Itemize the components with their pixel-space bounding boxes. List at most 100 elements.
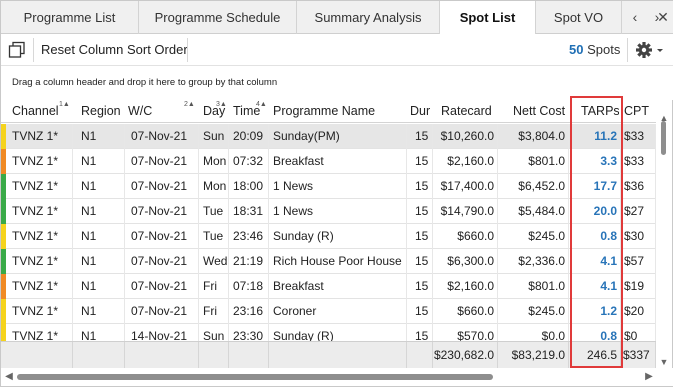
tab-programme-list[interactable]: Programme List [1, 1, 139, 34]
cell-channel[interactable]: TVNZ 1* [6, 149, 73, 174]
cell-dur[interactable]: 15 [407, 174, 433, 199]
cell-wc[interactable]: 07-Nov-21 [125, 149, 199, 174]
table-row[interactable]: TVNZ 1* N1 07-Nov-21 Mon 07:32 Breakfast 15 $2,… [1, 149, 656, 174]
cell-programme[interactable]: 1 News [269, 199, 407, 224]
cell-cpt[interactable]: $33 [621, 149, 656, 174]
column-header-programme-name[interactable]: Programme Name [273, 100, 403, 123]
cell-day[interactable]: Wed [199, 249, 229, 274]
cell-tarps[interactable]: 0.8 [569, 224, 621, 249]
tab-prev-icon[interactable]: ‹ [624, 1, 646, 34]
copy-icon[interactable] [7, 41, 27, 59]
cell-day[interactable]: Tue [199, 199, 229, 224]
cell-time[interactable]: 23:46 [229, 224, 269, 249]
cell-day[interactable]: Tue [199, 224, 229, 249]
cell-wc[interactable]: 07-Nov-21 [125, 199, 199, 224]
cell-time[interactable]: 20:09 [229, 124, 269, 149]
scroll-down-icon[interactable]: ▼ [658, 357, 670, 367]
tab-programme-schedule[interactable]: Programme Schedule [139, 1, 297, 34]
cell-time[interactable]: 18:31 [229, 199, 269, 224]
table-row[interactable]: TVNZ 1* N1 07-Nov-21 Tue 23:46 Sunday (R) 15 $6… [1, 224, 656, 249]
cell-programme[interactable]: Breakfast [269, 149, 407, 174]
cell-nett[interactable]: $2,336.0 [498, 249, 569, 274]
cell-tarps[interactable]: 4.1 [569, 274, 621, 299]
cell-region[interactable]: N1 [73, 274, 125, 299]
cell-region[interactable]: N1 [73, 224, 125, 249]
cell-ratecard[interactable]: $10,260.0 [433, 124, 498, 149]
cell-dur[interactable]: 15 [407, 199, 433, 224]
column-header-cpt[interactable]: CPT [624, 100, 654, 123]
cell-day[interactable]: Mon [199, 149, 229, 174]
cell-region[interactable]: N1 [73, 249, 125, 274]
table-row[interactable]: TVNZ 1* N1 07-Nov-21 Sun 20:09 Sunday(PM) 15 $1… [1, 124, 656, 149]
cell-day[interactable]: Fri [199, 274, 229, 299]
cell-programme[interactable]: 1 News [269, 174, 407, 199]
cell-region[interactable]: N1 [73, 174, 125, 199]
cell-nett[interactable]: $6,452.0 [498, 174, 569, 199]
table-row[interactable]: TVNZ 1* N1 07-Nov-21 Wed 21:19 Rich House Poo… [1, 249, 656, 274]
column-header-nett-cost[interactable]: Nett Cost [513, 100, 567, 123]
cell-channel[interactable]: TVNZ 1* [6, 299, 73, 324]
horizontal-scrollbar[interactable]: ◀ ▶ [1, 368, 673, 386]
cell-nett[interactable]: $3,804.0 [498, 124, 569, 149]
cell-tarps[interactable]: 17.7 [569, 174, 621, 199]
cell-programme[interactable]: Rich House Poor House [269, 249, 407, 274]
cell-cpt[interactable]: $19 [621, 274, 656, 299]
cell-time[interactable]: 21:19 [229, 249, 269, 274]
cell-cpt[interactable]: $33 [621, 124, 656, 149]
cell-cpt[interactable]: $36 [621, 174, 656, 199]
cell-region[interactable]: N1 [73, 299, 125, 324]
cell-wc[interactable]: 07-Nov-21 [125, 249, 199, 274]
cell-nett[interactable]: $801.0 [498, 274, 569, 299]
table-row[interactable]: TVNZ 1* N1 07-Nov-21 Fri 23:16 Coroner 15 $660.… [1, 299, 656, 324]
cell-tarps[interactable]: 1.2 [569, 299, 621, 324]
cell-channel[interactable]: TVNZ 1* [6, 174, 73, 199]
cell-ratecard[interactable]: $660.0 [433, 299, 498, 324]
cell-ratecard[interactable]: $2,160.0 [433, 149, 498, 174]
cell-time[interactable]: 07:18 [229, 274, 269, 299]
cell-day[interactable]: Fri [199, 299, 229, 324]
cell-wc[interactable]: 07-Nov-21 [125, 124, 199, 149]
cell-tarps[interactable]: 11.2 [569, 124, 621, 149]
cell-channel[interactable]: TVNZ 1* [6, 274, 73, 299]
cell-day[interactable]: Mon [199, 174, 229, 199]
reset-column-sort-button[interactable]: Reset Column Sort Order [41, 34, 188, 66]
cell-nett[interactable]: $801.0 [498, 149, 569, 174]
vertical-scroll-thumb[interactable] [661, 121, 666, 155]
cell-tarps[interactable]: 3.3 [569, 149, 621, 174]
cell-ratecard[interactable]: $14,790.0 [433, 199, 498, 224]
column-header-ratecard[interactable]: Ratecard [441, 100, 493, 123]
cell-dur[interactable]: 15 [407, 249, 433, 274]
cell-nett[interactable]: $5,484.0 [498, 199, 569, 224]
cell-channel[interactable]: TVNZ 1* [6, 124, 73, 149]
horizontal-scroll-thumb[interactable] [17, 374, 493, 380]
column-header-tarps[interactable]: TARPs [581, 100, 619, 123]
cell-dur[interactable]: 15 [407, 124, 433, 149]
scroll-right-icon[interactable]: ▶ [643, 371, 655, 383]
cell-programme[interactable]: Coroner [269, 299, 407, 324]
cell-nett[interactable]: $245.0 [498, 299, 569, 324]
cell-wc[interactable]: 07-Nov-21 [125, 274, 199, 299]
cell-cpt[interactable]: $27 [621, 199, 656, 224]
scroll-left-icon[interactable]: ◀ [3, 371, 15, 383]
cell-programme[interactable]: Sunday(PM) [269, 124, 407, 149]
gear-icon[interactable] [634, 40, 668, 60]
tab-spot-list[interactable]: Spot List [440, 1, 536, 35]
table-row[interactable]: TVNZ 1* N1 07-Nov-21 Fri 07:18 Breakfast 15 $2,… [1, 274, 656, 299]
cell-ratecard[interactable]: $2,160.0 [433, 274, 498, 299]
column-header-region[interactable]: Region [81, 100, 125, 123]
tab-summary-analysis[interactable]: Summary Analysis [297, 1, 440, 34]
cell-tarps[interactable]: 20.0 [569, 199, 621, 224]
cell-region[interactable]: N1 [73, 199, 125, 224]
cell-dur[interactable]: 15 [407, 149, 433, 174]
cell-wc[interactable]: 07-Nov-21 [125, 299, 199, 324]
cell-wc[interactable]: 07-Nov-21 [125, 224, 199, 249]
cell-nett[interactable]: $245.0 [498, 224, 569, 249]
cell-region[interactable]: N1 [73, 149, 125, 174]
column-header-wc[interactable]: W/C [128, 100, 178, 123]
cell-ratecard[interactable]: $6,300.0 [433, 249, 498, 274]
cell-dur[interactable]: 15 [407, 224, 433, 249]
cell-time[interactable]: 23:16 [229, 299, 269, 324]
close-icon[interactable]: ✕ [652, 1, 673, 34]
cell-cpt[interactable]: $57 [621, 249, 656, 274]
table-row[interactable]: TVNZ 1* N1 07-Nov-21 Mon 18:00 1 News 15 $17,40… [1, 174, 656, 199]
